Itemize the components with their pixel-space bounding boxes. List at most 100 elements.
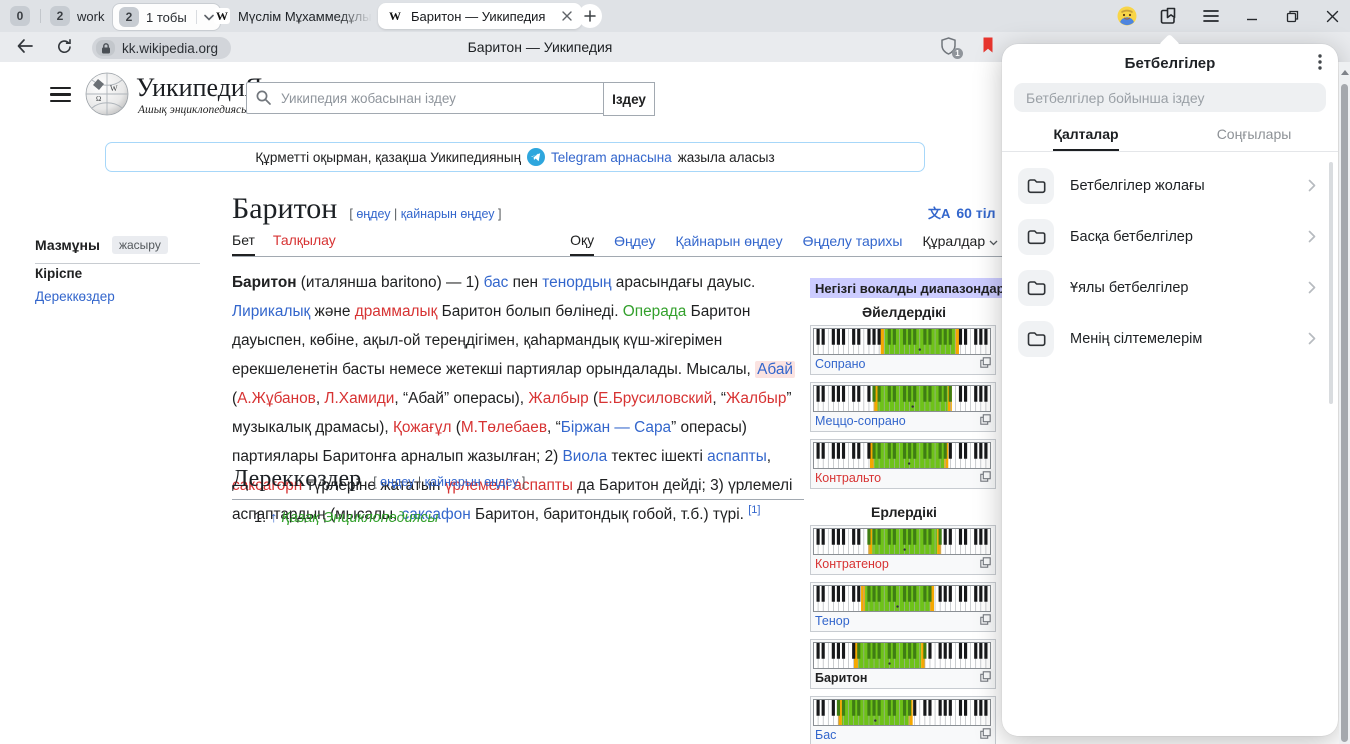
article-link[interactable]: Қожағұл (393, 419, 452, 436)
wiki-wordmark[interactable]: УикипедиЯ (136, 73, 262, 103)
piano-range-image[interactable] (813, 585, 993, 612)
window-restore-button[interactable] (1282, 6, 1302, 26)
piano-range-image[interactable] (813, 442, 993, 469)
article-link[interactable]: тенордың (542, 274, 611, 291)
tab-group-work[interactable]: 2 work (50, 6, 104, 26)
scrollbar-up-arrow[interactable] (1339, 70, 1350, 75)
tab-read[interactable]: Оқу (570, 232, 594, 256)
bookmarks-panel-icon[interactable] (1158, 6, 1178, 26)
vocal-range-link[interactable]: Тенор (815, 614, 850, 628)
browser-menu-icon[interactable] (1201, 6, 1221, 26)
language-count: 60 тіл (956, 205, 995, 221)
browser-tab-active[interactable]: W Баритон — Уикипедия (378, 3, 582, 29)
protect-shield-icon[interactable]: 1 (940, 37, 960, 57)
article-link[interactable]: [1] (748, 504, 760, 516)
article-link[interactable]: Е.Брусиловский (598, 390, 712, 407)
folder-row-my-links[interactable]: Менің сілтемелерім (1010, 313, 1330, 364)
vocal-range-link[interactable]: Меццо-сопрано (815, 414, 906, 428)
reload-button[interactable] (56, 38, 73, 60)
language-selector[interactable]: 文A 60 тіл (928, 203, 1011, 222)
browser-window: 0 2 work 2 1 тобы W Мүслім Мұхаммедұлы М… (0, 0, 1350, 744)
enlarge-icon[interactable] (980, 728, 991, 742)
tab-edit-source[interactable]: Қайнарын өңдеу (676, 233, 783, 255)
wikipedia-logo[interactable]: W Ω (84, 71, 130, 117)
back-button[interactable] (16, 38, 34, 59)
edit-source-link[interactable]: қайнарын өңдеу (401, 207, 495, 221)
article-text: ( (451, 419, 460, 436)
article-link[interactable]: Операда (623, 303, 687, 320)
tab-tools[interactable]: Құралдар (922, 233, 998, 255)
tab-history[interactable]: Өңделу тарихы (803, 233, 903, 255)
edit-link[interactable]: өңдеу (356, 207, 390, 221)
article-link[interactable]: Виола (563, 448, 608, 465)
enlarge-icon[interactable] (980, 471, 991, 485)
folder-row-other-bookmarks[interactable]: Басқа бетбелгілер (1010, 211, 1330, 262)
piano-range-image[interactable] (813, 528, 993, 555)
article-link[interactable]: драммалық (355, 303, 438, 320)
vocal-range-link[interactable]: Сопрано (815, 357, 866, 371)
window-minimize-button[interactable] (1242, 6, 1262, 26)
new-tab-button[interactable] (578, 4, 602, 28)
tab-edit[interactable]: Өңдеу (614, 233, 655, 255)
article-link[interactable]: М.Төлебаев (461, 419, 547, 436)
edit-link[interactable]: өңдеу (380, 475, 414, 489)
folder-icon (1018, 270, 1054, 306)
tab-group-0[interactable]: 0 (10, 6, 30, 26)
wiki-search-button[interactable]: Іздеу (603, 82, 655, 116)
toc-hide-button[interactable]: жасыру (112, 236, 168, 254)
piano-range-image[interactable] (813, 385, 993, 412)
piano-range-image[interactable] (813, 642, 993, 669)
vocal-range-link[interactable]: Контральто (815, 471, 881, 485)
wiki-search-input[interactable] (279, 83, 601, 113)
page-scrollbar[interactable] (1339, 62, 1350, 744)
article-link[interactable]: бас (484, 274, 509, 291)
ref-backlink[interactable]: ↑ (270, 510, 277, 526)
article-link[interactable]: Лирикалық (232, 303, 310, 320)
scrollbar-thumb[interactable] (1341, 84, 1348, 742)
wiki-menu-icon[interactable] (50, 87, 71, 102)
folder-row-mobile-bookmarks[interactable]: Ұялы бетбелгілер (1010, 262, 1330, 313)
bracket: [ (349, 207, 352, 221)
article-link[interactable]: аспапты (707, 448, 767, 465)
wiki-search-box[interactable] (246, 82, 606, 114)
article-link[interactable]: Жалбыр (726, 390, 786, 407)
enlarge-icon[interactable] (980, 614, 991, 628)
profile-avatar[interactable] (1117, 6, 1137, 26)
toc-item-references[interactable]: Дереккөздер (35, 289, 115, 304)
lock-icon[interactable] (96, 40, 115, 56)
more-options-icon[interactable] (1318, 54, 1322, 75)
toc-item-intro[interactable]: Кіріспе (35, 266, 82, 281)
piano-range-image[interactable] (813, 699, 993, 726)
folder-icon (1018, 168, 1054, 204)
browser-tab-inactive[interactable]: W Мүслім Мұхаммедұлы Ма (214, 4, 372, 28)
tab-recent[interactable]: Соңғылары (1170, 126, 1338, 152)
bookmarks-search-input[interactable] (1014, 83, 1326, 112)
tab-group-active[interactable]: 2 1 тобы (112, 3, 221, 31)
enlarge-icon[interactable] (980, 414, 991, 428)
telegram-link[interactable]: Telegram арнасына (551, 150, 672, 165)
article-link[interactable]: Біржан — Сара (561, 419, 671, 436)
vocal-range-link[interactable]: Бас (815, 728, 836, 742)
tab-talk[interactable]: Талқылау (273, 232, 336, 256)
edit-source-link[interactable]: қайнарын өңдеу (425, 475, 519, 489)
folder-row-bookmarks-bar[interactable]: Бетбелгілер жолағы (1010, 160, 1330, 211)
enlarge-icon[interactable] (980, 557, 991, 571)
window-close-button[interactable] (1322, 6, 1342, 26)
tab-folders[interactable]: Қалталар (1002, 126, 1170, 152)
vocal-range-link[interactable]: Контратенор (815, 557, 889, 571)
chevron-down-icon[interactable] (204, 14, 214, 21)
piano-range-image[interactable] (813, 328, 993, 355)
enlarge-icon[interactable] (980, 357, 991, 371)
article-link[interactable]: А.Жұбанов (237, 390, 316, 407)
address-bar[interactable]: kk.wikipedia.org (92, 37, 231, 59)
close-tab-icon[interactable] (561, 10, 573, 22)
enlarge-icon[interactable] (980, 671, 991, 685)
bookmark-flag-icon[interactable] (981, 36, 995, 59)
article-link[interactable]: Л.Хамиди (324, 390, 394, 407)
article-link[interactable]: Жалбыр (528, 390, 588, 407)
tab-page[interactable]: Бет (232, 232, 255, 256)
chevron-down-icon (989, 240, 998, 246)
panel-scrollbar-thumb[interactable] (1329, 162, 1333, 404)
ref-source-link[interactable]: Қазақ Энциклопедиясы (281, 510, 438, 526)
article-link[interactable]: Абай (755, 361, 795, 378)
